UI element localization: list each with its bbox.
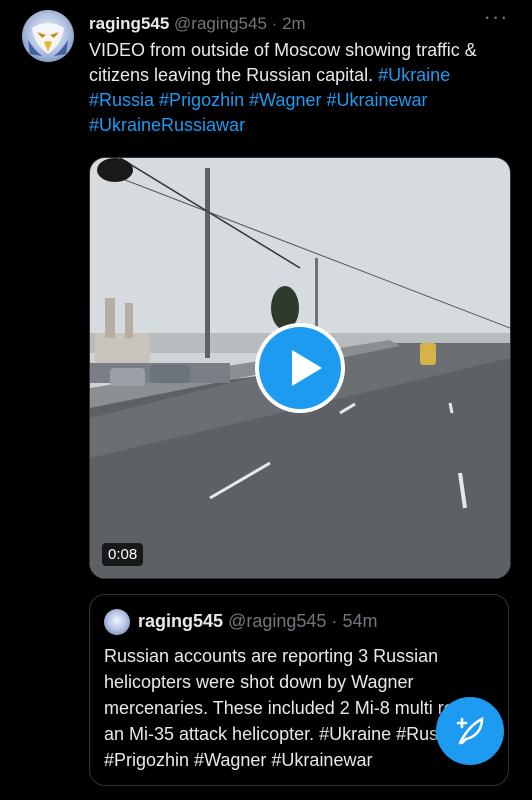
compose-feather-icon xyxy=(456,716,484,745)
quoted-author-avatar[interactable] xyxy=(104,609,130,635)
hashtag-link[interactable]: #Wagner xyxy=(249,90,321,110)
quoted-tweet-header: raging545 @raging545 · 54m xyxy=(138,611,377,632)
video-player[interactable]: 0:08 xyxy=(89,157,511,579)
hashtag-link[interactable]: #Russia xyxy=(89,90,154,110)
tweet-text: VIDEO from outside of Moscow showing tra… xyxy=(89,38,514,138)
tweet-time[interactable]: 2m xyxy=(282,14,306,33)
tweet-header: raging545 @raging545 · 2m xyxy=(89,14,306,34)
more-options-icon[interactable]: ··· xyxy=(482,6,510,33)
compose-button[interactable] xyxy=(436,697,504,765)
play-icon[interactable] xyxy=(255,323,345,413)
quoted-author-handle[interactable]: @raging545 xyxy=(228,611,326,631)
author-name[interactable]: raging545 xyxy=(89,14,169,33)
hashtag-link[interactable]: #Prigozhin xyxy=(159,90,244,110)
quoted-tweet-time: 54m xyxy=(342,611,378,631)
quoted-author-name[interactable]: raging545 xyxy=(138,611,223,631)
eagle-avatar-icon xyxy=(28,23,68,56)
hashtag-link[interactable]: #Ukraine xyxy=(378,65,450,85)
separator-dot: · xyxy=(271,14,278,33)
hashtag-link[interactable]: #Ukrainewar xyxy=(327,90,428,110)
hashtag-link[interactable]: #UkraineRussiawar xyxy=(89,115,245,135)
author-handle[interactable]: @raging545 xyxy=(174,14,267,33)
author-avatar[interactable] xyxy=(22,10,74,62)
separator-dot: · xyxy=(331,611,338,631)
video-duration: 0:08 xyxy=(102,543,144,566)
